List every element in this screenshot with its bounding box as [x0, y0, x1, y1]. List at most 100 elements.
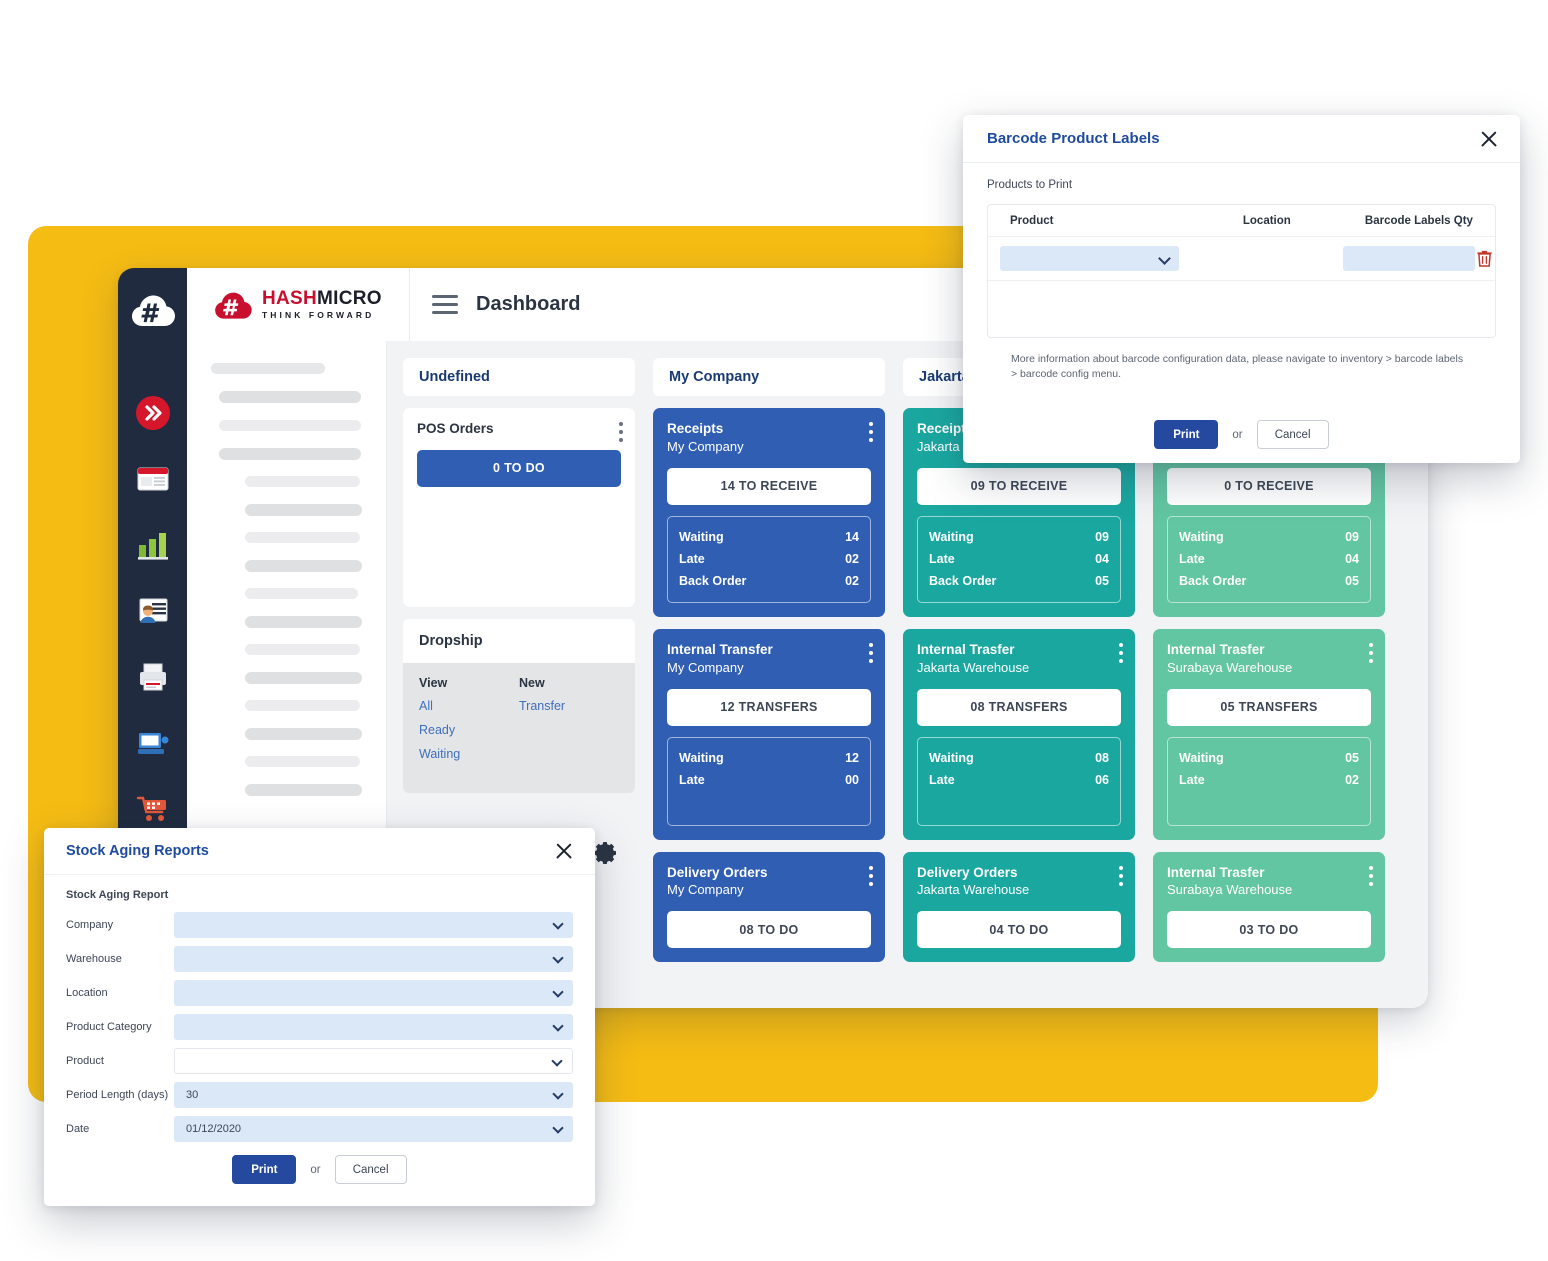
stat-value: 08 [1095, 750, 1109, 765]
dialog-header: Barcode Product Labels [963, 115, 1520, 163]
kebab-menu-icon[interactable] [1119, 642, 1123, 667]
card-cta-button[interactable]: 04 TO DO [917, 911, 1121, 949]
card-cta-button[interactable]: 03 TO DO [1167, 911, 1371, 949]
kebab-menu-icon[interactable] [1119, 865, 1123, 890]
stat-row: Late 04 [1179, 548, 1359, 570]
product-category-select[interactable] [174, 1014, 573, 1040]
print-button[interactable]: Print [1154, 420, 1219, 449]
product-select[interactable] [174, 1048, 573, 1074]
stat-label: Waiting [679, 750, 724, 765]
stat-value: 09 [1095, 529, 1109, 544]
card-internal-transfer-my-company[interactable]: Internal Transfer My Company 12 TRANSFER… [653, 628, 885, 840]
kebab-menu-icon[interactable] [869, 865, 873, 890]
cancel-button[interactable]: Cancel [1256, 420, 1329, 449]
dropship-new-header: New [519, 675, 545, 690]
sidebar-item-pos[interactable] [118, 710, 187, 776]
kebab-menu-icon[interactable] [1369, 642, 1373, 667]
stat-label: Late [1179, 772, 1205, 787]
close-icon[interactable] [1478, 128, 1500, 150]
card-cta-button[interactable]: 12 TRANSFERS [667, 688, 871, 726]
field-label: Product Category [66, 1021, 152, 1033]
warehouse-select[interactable] [174, 946, 573, 972]
stat-row: Late 00 [679, 769, 859, 791]
dialog-body: Products to Print Product Location Barco… [963, 163, 1520, 381]
trash-icon[interactable] [1477, 250, 1493, 267]
barcode-qty-input[interactable] [1342, 246, 1475, 271]
card-title: Receipts [667, 421, 724, 436]
dropship-link-all[interactable]: All [419, 699, 519, 713]
field-label: Warehouse [66, 953, 122, 965]
field-row-date: Date 01/12/2020 [66, 1116, 573, 1142]
brand-logo[interactable]: HASHMICRO THINK FORWARD [213, 288, 409, 322]
stat-value: 02 [1345, 772, 1359, 787]
card-cta-button[interactable]: 08 TRANSFERS [917, 688, 1121, 726]
products-grid: Product Location Barcode Labels Qty [987, 204, 1496, 338]
sidebar-item-news[interactable] [118, 446, 187, 512]
card-stats: Waiting 08 Late 06 [917, 736, 1121, 826]
field-row-company: Company [66, 912, 573, 938]
cancel-button[interactable]: Cancel [334, 1155, 407, 1184]
gear-icon[interactable] [592, 840, 618, 866]
cell-delete [1475, 250, 1495, 267]
hamburger-icon[interactable] [432, 290, 458, 319]
card-dropship: Dropship View All Ready Waiting New Tran… [403, 618, 635, 793]
card-internal-transfer-surabaya[interactable]: Internal Trasfer Surabaya Warehouse 05 T… [1153, 628, 1385, 840]
brand-name-hash: HASH [262, 288, 318, 310]
stat-value: 12 [845, 750, 859, 765]
stat-value: 06 [1095, 772, 1109, 787]
sidebar-item-expand[interactable] [118, 380, 187, 446]
date-select[interactable]: 01/12/2020 [174, 1116, 573, 1142]
topbar-divider [409, 268, 410, 341]
kebab-menu-icon[interactable] [619, 636, 623, 661]
kebab-menu-icon[interactable] [869, 642, 873, 667]
card-cta-button[interactable]: 05 TRANSFERS [1167, 688, 1371, 726]
card-delivery-orders-my-company[interactable]: Delivery Orders My Company 08 TO DO [653, 851, 885, 963]
barcode-product-labels-dialog: Barcode Product Labels Products to Print… [963, 115, 1520, 463]
card-cta-button[interactable]: 14 TO RECEIVE [667, 467, 871, 505]
field-label: Period Length (days) [66, 1089, 169, 1101]
close-icon[interactable] [553, 840, 575, 862]
card-subtitle: Surabaya Warehouse [1167, 882, 1293, 898]
hashmicro-cloud-icon [215, 292, 252, 319]
card-stats: Waiting 09 Late 04 Back Order 05 [1167, 515, 1371, 603]
location-select[interactable] [174, 980, 573, 1006]
company-select[interactable] [174, 912, 573, 938]
chevron-down-icon [1157, 252, 1171, 265]
card-cta-button[interactable]: 0 TO DO [417, 449, 621, 487]
field-value: 30 [186, 1089, 199, 1101]
card-title: Internal Trasfer [1167, 641, 1265, 657]
sidebar-item-reports[interactable] [118, 512, 187, 578]
dropship-link-waiting[interactable]: Waiting [419, 747, 519, 761]
card-cta-button[interactable]: 0 TO RECEIVE [1167, 467, 1371, 505]
dashboard-column-my-company: My Company Receipts My Company 14 TO REC… [653, 358, 885, 1008]
stat-label: Waiting [929, 529, 974, 544]
period-length-select[interactable]: 30 [174, 1082, 573, 1108]
dropship-link-transfer[interactable]: Transfer [519, 699, 619, 713]
product-select[interactable] [1000, 246, 1179, 271]
card-internal-transfer-jakarta[interactable]: Internal Trasfer Jakarta Warehouse 08 TR… [903, 628, 1135, 840]
stat-value: 04 [1095, 551, 1109, 566]
sidebar-item-print[interactable] [118, 644, 187, 710]
dropship-view-header: View [419, 675, 448, 690]
stat-value: 05 [1095, 573, 1109, 588]
card-receipts-my-company[interactable]: Receipts My Company 14 TO RECEIVE Waitin… [653, 408, 885, 617]
stat-label: Waiting [1179, 750, 1224, 765]
stat-row: Waiting 09 [929, 526, 1109, 548]
kebab-menu-icon[interactable] [869, 422, 873, 446]
card-subtitle: My Company [667, 882, 744, 898]
card-cta-button[interactable]: 08 TO DO [667, 911, 871, 949]
card-delivery-orders-jakarta[interactable]: Delivery Orders Jakarta Warehouse 04 TO … [903, 851, 1135, 963]
dropship-link-ready[interactable]: Ready [419, 723, 519, 737]
stat-value: 02 [845, 551, 859, 566]
card-internal-transfer-surabaya-2[interactable]: Internal Trasfer Surabaya Warehouse 03 T… [1153, 851, 1385, 963]
chevron-down-icon [552, 986, 564, 998]
stat-label: Late [679, 772, 705, 787]
kebab-menu-icon[interactable] [619, 422, 623, 446]
card-stats: Waiting 09 Late 04 Back Order 05 [917, 515, 1121, 603]
card-cta-button[interactable]: 09 TO RECEIVE [917, 467, 1121, 505]
card-pos-orders[interactable]: POS Orders 0 TO DO [403, 408, 635, 607]
print-button[interactable]: Print [232, 1155, 297, 1184]
sidebar-item-contacts[interactable] [118, 578, 187, 644]
kebab-menu-icon[interactable] [1369, 865, 1373, 890]
dropship-new-column: New Transfer [519, 676, 619, 771]
